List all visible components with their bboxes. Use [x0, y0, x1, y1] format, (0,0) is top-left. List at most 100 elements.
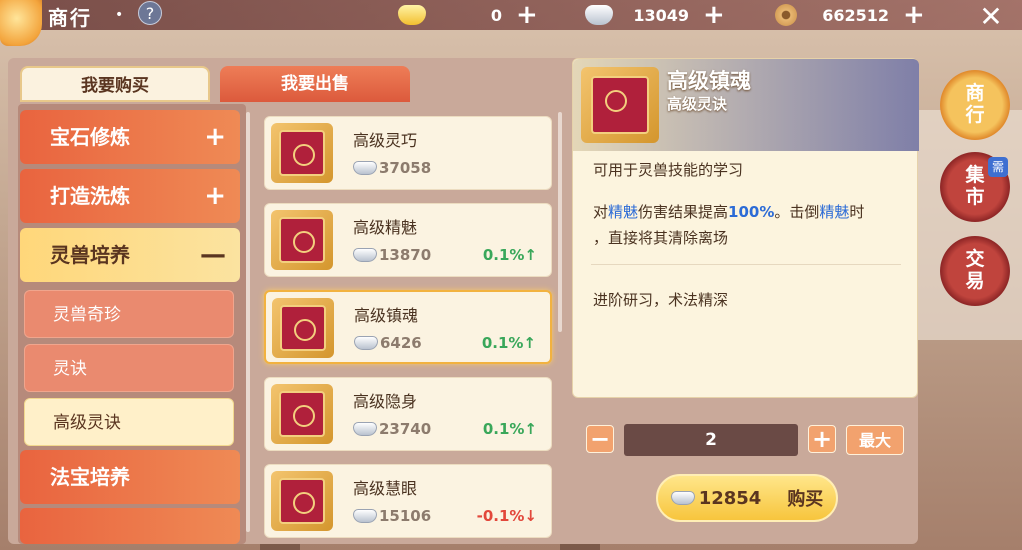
item-detail-panel: 高级镇魂 高级灵诀 可用于灵兽技能的学习 对精魅伤害结果提高100%。击倒精魅时…	[572, 58, 919, 398]
effect-text: 。击倒	[774, 203, 820, 221]
page-title: 商行	[48, 6, 92, 30]
subcategory-pet-treasures[interactable]: 灵兽奇珍	[24, 290, 234, 338]
currency-value: 662512	[822, 5, 889, 25]
buy-total: 12854	[698, 487, 762, 509]
category-gem-refining[interactable]: 宝石修炼 +	[20, 110, 240, 164]
price-value: 23740	[379, 420, 432, 438]
subcategory-advanced-scrolls[interactable]: 高级灵诀	[24, 398, 234, 446]
detail-usage: 可用于灵兽技能的学习	[593, 161, 744, 179]
decrease-quantity-button[interactable]: −	[586, 425, 614, 453]
lantern-icon	[0, 0, 42, 46]
detail-header: 高级镇魂 高级灵诀	[573, 59, 919, 151]
price-value: 37058	[379, 159, 432, 177]
demand-badge: 需	[988, 157, 1008, 177]
item-price: 23740	[353, 420, 431, 438]
currency-copper: 662512 +	[775, 2, 925, 28]
detail-title: 高级镇魂	[667, 69, 751, 93]
category-pet-training[interactable]: 灵兽培养 —	[20, 228, 240, 282]
help-button[interactable]: ?	[138, 1, 162, 25]
side-tab-trade[interactable]: 交 易	[940, 236, 1010, 306]
price-change: -0.1%↓	[476, 507, 537, 525]
effect-text: 时	[849, 203, 865, 221]
category-artifact-training[interactable]: 法宝培养	[20, 450, 240, 504]
silver-ingot-icon	[353, 509, 377, 523]
item-scrollbar[interactable]	[558, 112, 562, 332]
effect-highlight: 精魅	[608, 203, 639, 221]
detail-type: 高级灵诀	[667, 95, 728, 113]
list-item[interactable]: 高级隐身 23740 0.1%↑	[264, 377, 552, 451]
add-silver-button[interactable]: +	[703, 2, 725, 28]
currency-value: 13049	[633, 5, 689, 25]
effect-highlight: 100%	[728, 203, 775, 221]
expand-icon: +	[204, 181, 226, 211]
detail-flavor: 进阶研习，术法精深	[593, 291, 729, 309]
silver-ingot-icon	[353, 248, 377, 262]
price-change: 0.1%↑	[481, 334, 536, 352]
effect-highlight: 精魅	[819, 203, 850, 221]
category-label: 宝石修炼	[50, 125, 130, 149]
list-item[interactable]: 高级慧眼 15106 -0.1%↓	[264, 464, 552, 538]
price-change: 0.1%↑	[482, 420, 537, 438]
skill-book-icon	[272, 298, 334, 358]
effect-text: ，直接将其清除离场	[593, 229, 729, 247]
category-scrollbar[interactable]	[246, 112, 250, 532]
list-item[interactable]: 高级精魅 13870 0.1%↑	[264, 203, 552, 277]
item-name: 高级精魅	[353, 218, 418, 237]
skill-book-icon	[271, 384, 333, 444]
price-change: 0.1%↑	[482, 246, 537, 264]
quantity-field[interactable]: 2	[624, 424, 798, 456]
item-price: 37058	[353, 159, 431, 177]
silver-ingot-icon	[585, 5, 613, 25]
skill-book-icon	[271, 123, 333, 183]
effect-text: 伤害结果提高	[638, 203, 729, 221]
add-gold-button[interactable]: +	[516, 2, 538, 28]
divider	[591, 264, 901, 265]
side-tab-shop[interactable]: 商 行	[940, 70, 1010, 140]
list-item[interactable]: 高级灵巧 37058	[264, 116, 552, 190]
detail-effect: 对精魅伤害结果提高100%。击倒精魅时 ，直接将其清除离场	[593, 199, 864, 251]
item-list: 高级灵巧 37058 高级精魅 13870 0.1%↑ 高级镇魂 6426 0.…	[256, 110, 564, 544]
buy-button[interactable]: 12854 购买	[656, 474, 838, 522]
price-value: 6426	[380, 334, 422, 352]
currency-silver: 13049 +	[585, 2, 725, 28]
add-copper-button[interactable]: +	[903, 2, 925, 28]
item-name: 高级慧眼	[353, 479, 418, 498]
price-value: 13870	[379, 246, 432, 264]
copper-coin-icon	[775, 4, 797, 26]
currency-value: 0	[490, 5, 502, 25]
skill-book-icon	[271, 471, 333, 531]
skill-book-icon	[271, 210, 333, 270]
item-name: 高级隐身	[353, 392, 418, 411]
title-dot: •	[115, 7, 124, 23]
subcategory-spell-scrolls[interactable]: 灵诀	[24, 344, 234, 392]
collapse-icon: —	[200, 240, 226, 270]
increase-quantity-button[interactable]: +	[808, 425, 836, 453]
silver-ingot-icon	[353, 422, 377, 436]
effect-text: 对	[593, 203, 609, 221]
background-shelf	[912, 110, 1022, 340]
silver-ingot-icon	[670, 491, 695, 505]
expand-icon: +	[204, 122, 226, 152]
category-label: 灵兽培养	[50, 243, 130, 267]
item-name: 高级镇魂	[354, 306, 419, 325]
item-price: 6426	[354, 334, 422, 352]
close-icon[interactable]: ✕	[974, 0, 1008, 34]
silver-ingot-icon	[354, 336, 378, 350]
category-label: 打造洗炼	[50, 184, 130, 208]
buy-label: 购买	[787, 489, 824, 510]
item-price: 15106	[353, 507, 431, 525]
item-price: 13870	[353, 246, 431, 264]
currency-gold: 0 +	[398, 2, 538, 28]
tab-buy[interactable]: 我要购买	[20, 66, 210, 102]
silver-ingot-icon	[353, 161, 377, 175]
gold-ingot-icon	[398, 5, 426, 25]
category-forging[interactable]: 打造洗炼 +	[20, 169, 240, 223]
skill-book-icon	[581, 67, 659, 143]
category-label: 法宝培养	[50, 465, 130, 489]
price-value: 15106	[379, 507, 432, 525]
max-quantity-button[interactable]: 最大	[846, 425, 904, 455]
tab-sell[interactable]: 我要出售	[220, 66, 410, 102]
category-next[interactable]	[20, 508, 240, 544]
list-item-selected[interactable]: 高级镇魂 6426 0.1%↑	[264, 290, 552, 364]
category-list: 宝石修炼 + 打造洗炼 + 灵兽培养 — 灵兽奇珍 灵诀 高级灵诀 法宝培养	[18, 104, 246, 544]
